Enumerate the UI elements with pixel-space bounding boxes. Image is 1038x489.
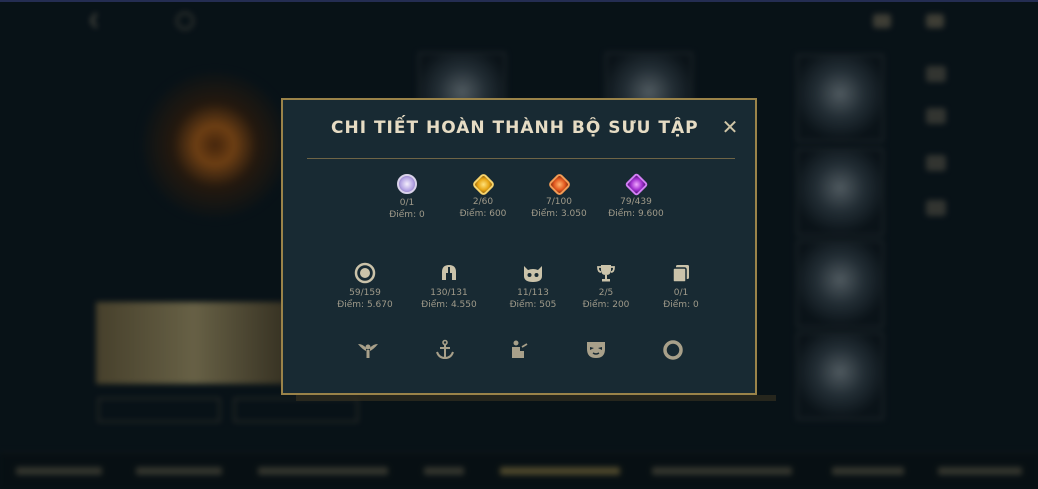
dialog-title: CHI TIẾT HOÀN THÀNH BỘ SƯU TẬP: [331, 118, 699, 138]
gold-gem-icon: [470, 172, 496, 197]
white-gem-icon: [397, 174, 417, 194]
category-stat: 0/1 Điểm: 0: [641, 262, 721, 311]
gem-count: 0/1: [399, 198, 415, 208]
ring-emblem-icon: [354, 262, 376, 284]
category-count: 2/5: [598, 288, 614, 298]
anchor-icon: [436, 339, 454, 360]
category-points: Điểm: 0: [663, 300, 699, 310]
creature-face-icon: [524, 266, 542, 282]
cards-icon: [672, 265, 689, 283]
close-button[interactable]: ✕: [719, 116, 741, 138]
category-stat: 130/131 Điểm: 4.550: [409, 262, 489, 311]
winged-emblem-icon: [358, 344, 378, 358]
podium-icon: [512, 340, 528, 358]
category-count: 11/113: [517, 288, 549, 298]
category-count: 59/159: [349, 288, 381, 298]
category-points: Điểm: 4.550: [421, 300, 477, 310]
category-points: Điểm: 200: [582, 300, 630, 310]
trophy-icon: [597, 265, 615, 282]
category-points: Điểm: 505: [509, 300, 557, 310]
orange-gem-icon: [546, 172, 572, 197]
gem-count: 2/60: [472, 197, 494, 207]
title-divider: [307, 158, 735, 159]
purple-gem-icon: [623, 172, 649, 197]
mask-icon: [587, 342, 605, 358]
modal-shadow: [296, 395, 776, 401]
category-stat: 59/159 Điểm: 5.670: [325, 262, 405, 311]
gem-stat-purple: 79/439 Điểm: 9.600: [596, 172, 676, 220]
gem-points: Điểm: 9.600: [608, 209, 664, 219]
category-stat: 11/113 Điểm: 505: [493, 262, 573, 311]
gem-points: Điểm: 3.050: [531, 209, 587, 219]
helmet-icon: [442, 265, 456, 280]
gem-count: 7/100: [546, 197, 572, 207]
gem-stat-orange: 7/100 Điểm: 3.050: [519, 172, 599, 220]
ring-icon: [663, 340, 683, 360]
gem-stat-gold: 2/60 Điểm: 600: [443, 172, 523, 220]
category-count: 130/131: [430, 288, 468, 298]
category-count: 0/1: [673, 288, 689, 298]
collection-completion-dialog: CHI TIẾT HOÀN THÀNH BỘ SƯU TẬP ✕ 0/1 Điể…: [281, 98, 757, 395]
gem-count: 79/439: [620, 197, 652, 207]
gem-stat-white: 0/1 Điểm: 0: [367, 174, 447, 221]
category-stat: 2/5 Điểm: 200: [566, 262, 646, 311]
gem-points: Điểm: 600: [459, 209, 507, 219]
gem-points: Điểm: 0: [389, 210, 425, 220]
category-points: Điểm: 5.670: [337, 300, 393, 310]
